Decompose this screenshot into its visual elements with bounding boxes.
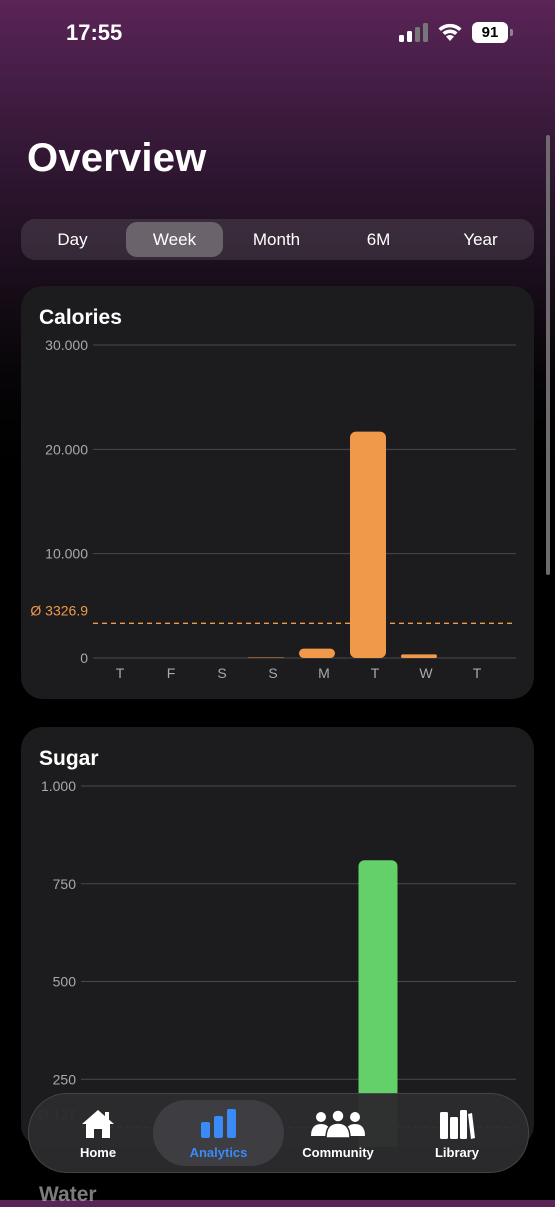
tab-home-label: Home	[79, 1145, 117, 1160]
status-bar: 17:55 91	[0, 0, 555, 66]
water-card-title: Water	[39, 1183, 97, 1206]
y-tick-label: 0	[80, 650, 88, 666]
tab-analytics-label: Analytics	[189, 1145, 248, 1160]
x-tick-label: W	[419, 665, 433, 681]
people-icon	[311, 1110, 365, 1138]
y-tick-label: 10.000	[45, 546, 88, 562]
period-segmented-control[interactable]: Day Week Month 6M Year	[21, 219, 534, 260]
tab-analytics[interactable]: Analytics	[153, 1100, 284, 1166]
battery-indicator: 91	[472, 22, 514, 43]
y-tick-label: 250	[53, 1071, 77, 1087]
segment-6m[interactable]: 6M	[330, 222, 427, 257]
segment-day[interactable]: Day	[24, 222, 121, 257]
tab-bar: Home Analytics Community Library	[28, 1093, 529, 1173]
battery-cap	[510, 29, 513, 36]
tab-library[interactable]: Library	[398, 1094, 516, 1172]
tab-home[interactable]: Home	[39, 1094, 157, 1172]
x-tick-label: M	[318, 665, 330, 681]
calories-chart-card[interactable]: Calories 30.000 20.000 10.000 0 Ø 3326.9 T F S S…	[21, 286, 534, 699]
page-title: Overview	[27, 136, 207, 180]
x-tick-label: T	[371, 665, 380, 681]
house-icon	[82, 1110, 114, 1138]
status-time: 17:55	[66, 20, 123, 45]
x-tick-label: T	[473, 665, 482, 681]
tab-community-label: Community	[302, 1145, 374, 1160]
segment-year[interactable]: Year	[432, 222, 529, 257]
battery-level: 91	[472, 22, 508, 43]
chart-bar	[248, 657, 284, 658]
y-tick-label: 20.000	[45, 441, 88, 457]
average-label: Ø 3326.9	[30, 602, 88, 618]
y-tick-label: 500	[53, 974, 77, 990]
tab-community[interactable]: Community	[279, 1094, 397, 1172]
x-tick-label: S	[217, 665, 226, 681]
segment-month[interactable]: Month	[228, 222, 325, 257]
sugar-bar-chart: 1.000750500250Ø 127	[38, 778, 516, 1147]
sugar-chart-card[interactable]: Sugar 1.000750500250Ø 127	[21, 727, 534, 1147]
tab-library-label: Library	[434, 1145, 480, 1160]
chart-bar-icon	[200, 1109, 236, 1138]
segment-week[interactable]: Week	[126, 222, 223, 257]
chart-bar	[299, 648, 335, 658]
books-icon	[440, 1110, 475, 1139]
scroll-indicator[interactable]	[546, 135, 550, 575]
chart-bar	[350, 431, 386, 658]
y-tick-label: 750	[53, 876, 77, 892]
cellular-signal-icon	[399, 23, 428, 42]
calories-bar-chart: 30.000 20.000 10.000 0 Ø 3326.9 T F S S M T W T	[30, 337, 516, 681]
x-tick-label: T	[116, 665, 125, 681]
wifi-icon	[438, 23, 462, 41]
chart-bar	[401, 654, 437, 658]
x-tick-label: S	[268, 665, 277, 681]
y-tick-label: 1.000	[41, 778, 76, 794]
x-tick-label: F	[167, 665, 176, 681]
y-tick-label: 30.000	[45, 337, 88, 353]
